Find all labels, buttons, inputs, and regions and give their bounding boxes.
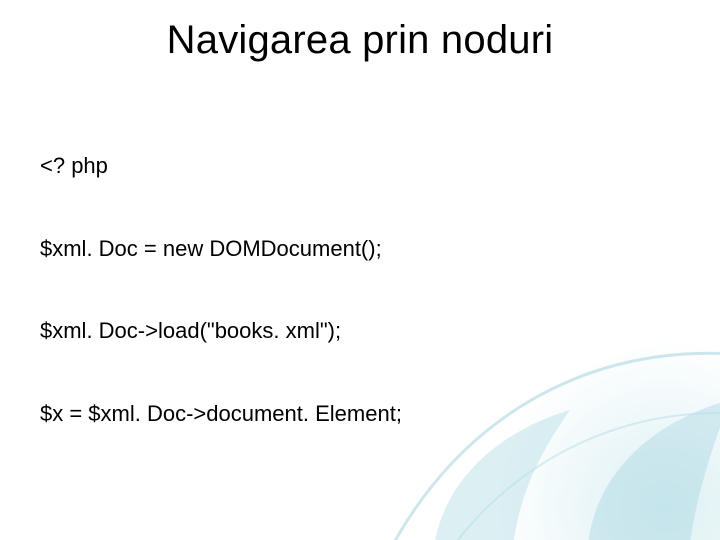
slide-title: Navigarea prin noduri — [40, 18, 680, 63]
code-line: <? php — [40, 152, 680, 180]
code-block-1: <? php $xml. Doc = new DOMDocument(); $x… — [40, 97, 680, 482]
slide: Navigarea prin noduri <? php $xml. Doc =… — [0, 0, 720, 540]
code-line: $x = $xml. Doc->document. Element; — [40, 400, 680, 428]
code-line: $xml. Doc->load("books. xml"); — [40, 317, 680, 345]
code-line: $xml. Doc = new DOMDocument(); — [40, 235, 680, 263]
code-block-2: foreach ($x->child. Nodes AS $item) { if… — [40, 512, 680, 540]
